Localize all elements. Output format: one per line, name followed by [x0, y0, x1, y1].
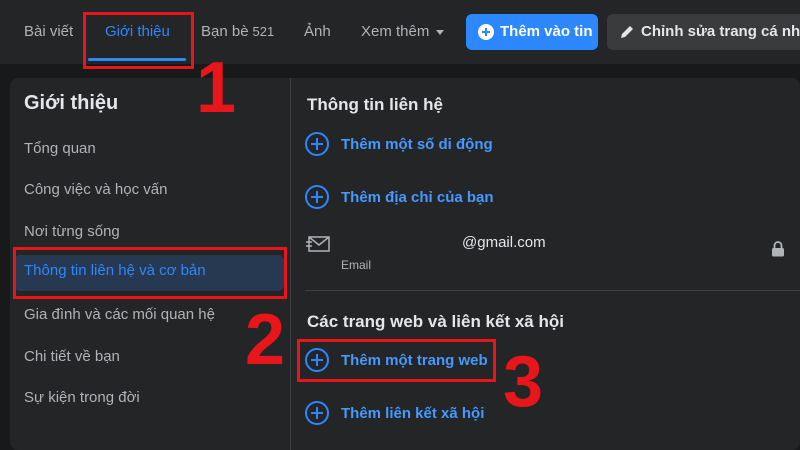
- annotation-number-2: 2: [245, 300, 286, 380]
- section-divider: [305, 290, 800, 291]
- edit-profile-label: Chỉnh sửa trang cá nhân: [641, 23, 800, 40]
- panel-divider: [290, 78, 291, 450]
- sidebar-item-overview[interactable]: Tổng quan: [24, 140, 96, 157]
- websites-section-title: Các trang web và liên kết xã hội: [307, 312, 564, 331]
- add-phone-label: Thêm một số di động: [341, 135, 493, 153]
- annotation-box-1: [83, 12, 194, 69]
- sidebar-item-places-lived[interactable]: Nơi từng sống: [24, 223, 120, 240]
- add-phone-link[interactable]: Thêm một số di động: [305, 131, 493, 157]
- envelope-icon: [306, 236, 330, 257]
- lock-icon[interactable]: [771, 241, 785, 262]
- add-to-story-button[interactable]: Thêm vào tin: [466, 14, 598, 50]
- sidebar-item-work-education[interactable]: Công việc và học vấn: [24, 181, 167, 198]
- plus-circle-icon: [478, 24, 494, 40]
- pencil-icon: [619, 24, 635, 40]
- plus-circle-icon: [305, 401, 329, 425]
- tab-more[interactable]: Xem thêm: [361, 0, 445, 64]
- email-type-label: Email: [341, 258, 372, 272]
- annotation-number-1: 1: [196, 48, 237, 128]
- add-social-link[interactable]: Thêm liên kết xã hội: [305, 400, 484, 426]
- tab-friends-label: Bạn bè: [201, 23, 249, 40]
- plus-circle-icon: [305, 185, 329, 209]
- sidebar-item-family-relationships[interactable]: Gia đình và các mối quan hệ: [24, 306, 215, 323]
- annotation-box-2: [13, 247, 287, 299]
- edit-profile-button[interactable]: Chỉnh sửa trang cá nhân: [607, 14, 800, 50]
- add-social-label: Thêm liên kết xã hội: [341, 404, 485, 422]
- add-to-story-label: Thêm vào tin: [500, 23, 593, 40]
- tab-posts-label: Bài viết: [24, 23, 74, 40]
- tab-posts[interactable]: Bài viết: [24, 0, 73, 64]
- tab-more-label: Xem thêm: [361, 23, 430, 40]
- annotation-number-3: 3: [503, 342, 544, 422]
- tab-photos[interactable]: Ảnh: [304, 0, 331, 64]
- email-value: @gmail.com: [462, 234, 546, 251]
- tab-photos-label: Ảnh: [304, 23, 331, 40]
- plus-circle-icon: [305, 132, 329, 156]
- caret-down-icon: [436, 29, 445, 35]
- sidebar-item-life-events[interactable]: Sự kiện trong đời: [24, 389, 140, 406]
- sidebar-item-details-about-you[interactable]: Chi tiết về bạn: [24, 348, 120, 365]
- annotation-box-3: [297, 339, 496, 382]
- friends-count: 521: [252, 24, 275, 39]
- add-address-link[interactable]: Thêm địa chỉ của bạn: [305, 184, 494, 210]
- add-address-label: Thêm địa chỉ của bạn: [341, 188, 494, 206]
- contact-info-title: Thông tin liên hệ: [307, 95, 443, 114]
- about-sidebar-title: Giới thiệu: [24, 92, 119, 114]
